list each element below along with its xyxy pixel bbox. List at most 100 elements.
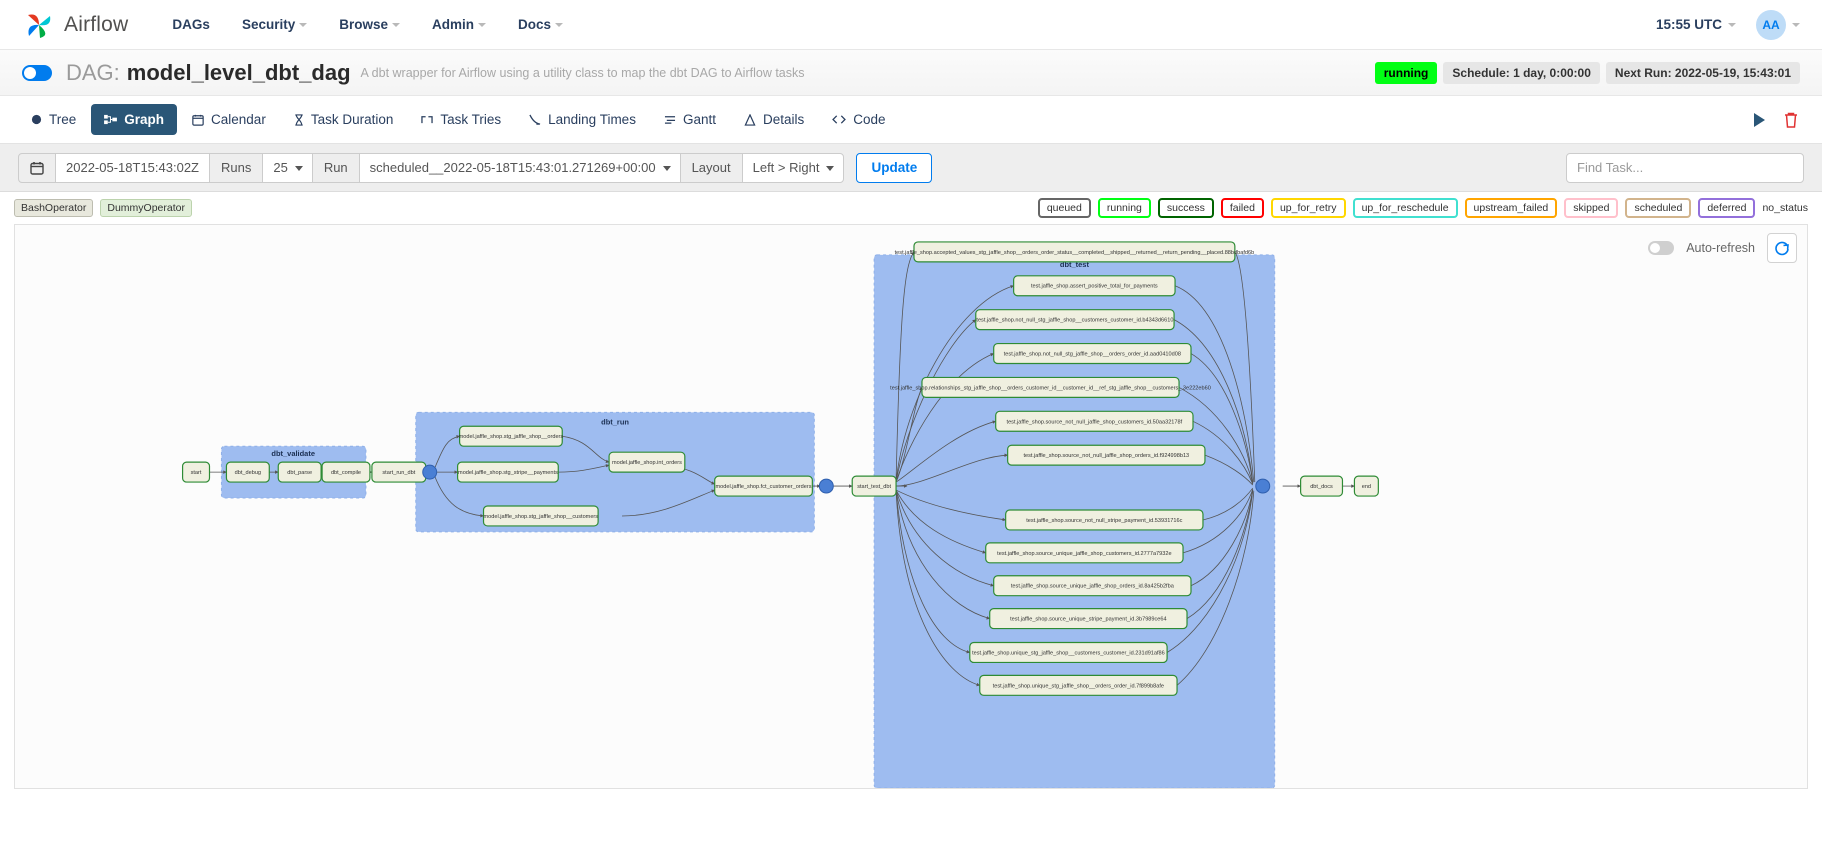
- tab-task-duration[interactable]: Task Duration: [281, 104, 407, 135]
- page-title: model_level_dbt_dag: [126, 59, 351, 85]
- nav-link-dags[interactable]: DAGs: [156, 9, 226, 40]
- dag-description: A dbt wrapper for Airflow using a utilit…: [360, 65, 805, 80]
- graph-node-start[interactable]: start: [181, 461, 211, 483]
- trigger-dag-play-icon[interactable]: [1750, 111, 1768, 129]
- chevron-down-icon: [555, 22, 564, 27]
- graph-node-test[interactable]: test.jaffle_shop.source_not_null_stripe_…: [1005, 509, 1204, 531]
- graph-node-start-test-dbt[interactable]: start_test_dbt: [851, 475, 897, 497]
- tab-task-tries[interactable]: Task Tries: [408, 104, 514, 135]
- graph-node-end[interactable]: end: [1353, 475, 1379, 497]
- graph-node-start-run-dbt[interactable]: start_run_dbt: [371, 461, 427, 483]
- graph-node-test[interactable]: test.jaffle_shop.unique_stg_jaffle_shop_…: [969, 641, 1168, 664]
- graph-node-stg-jaffle-shop-customers[interactable]: model.jaffle_shop.stg_jaffle_shop__custo…: [482, 505, 599, 527]
- nav-link-browse[interactable]: Browse: [323, 9, 416, 40]
- graph-node-fct-customer-orders-label: model.jaffle_shop.fct_customer_orders: [716, 484, 812, 490]
- search-input[interactable]: Find Task...: [1566, 152, 1804, 183]
- graph-node-test[interactable]: test.jaffle_shop.source_unique_jaffle_sh…: [985, 542, 1184, 564]
- num-runs-select[interactable]: 25: [262, 152, 313, 183]
- nav-link-admin[interactable]: Admin: [416, 9, 502, 40]
- dag-title-prefix: DAG:: [66, 59, 120, 85]
- graph-node-stg-jaffle-shop-orders[interactable]: model.jaffle_shop.stg_jaffle_shop__order…: [459, 425, 564, 447]
- dag-header-status-group: running Schedule: 1 day, 0:00:00 Next Ru…: [1374, 61, 1800, 84]
- brand-home-link[interactable]: Airflow: [22, 8, 128, 42]
- auto-refresh-label: Auto-refresh: [1686, 241, 1755, 255]
- graph-node-test[interactable]: test.jaffle_shop.unique_stg_jaffle_shop_…: [979, 674, 1178, 696]
- tab-landing-times[interactable]: Landing Times: [516, 104, 649, 135]
- brand-name: Airflow: [64, 12, 129, 36]
- status-legend-skipped[interactable]: skipped: [1564, 198, 1619, 218]
- graph-node-test[interactable]: test.jaffle_shop.not_null_stg_jaffle_sho…: [993, 342, 1192, 365]
- status-legend-upstream-failed[interactable]: upstream_failed: [1464, 198, 1558, 218]
- operator-badge-bashoperator[interactable]: BashOperator: [14, 199, 94, 217]
- tab-code[interactable]: Code: [819, 104, 898, 135]
- graph-node-fct-customer-orders[interactable]: model.jaffle_shop.fct_customer_orders: [714, 475, 813, 497]
- graph-node-test[interactable]: test.jaffle_shop.accepted_values_stg_jaf…: [895, 241, 1255, 263]
- graph-node-start-label: start: [191, 470, 202, 476]
- graph-node-dbt-docs[interactable]: dbt_docs: [1300, 475, 1344, 497]
- graph-node-test-label: test.jaffle_shop.assert_positive_total_f…: [1031, 284, 1158, 290]
- chevron-down-icon: [1728, 22, 1736, 27]
- avatar: AA: [1756, 9, 1786, 40]
- graph-join-dot-run[interactable]: [422, 464, 438, 480]
- tab-calendar[interactable]: Calendar: [179, 104, 279, 135]
- dag-pause-toggle[interactable]: [22, 64, 52, 81]
- graph-node-test[interactable]: test.jaffle_shop.relationships_stg_jaffl…: [890, 376, 1211, 398]
- status-legend-no-status[interactable]: no_status: [1762, 200, 1808, 216]
- calendar-icon[interactable]: [18, 152, 56, 183]
- update-button[interactable]: Update: [856, 152, 933, 183]
- graph-node-dbt-compile[interactable]: dbt_compile: [321, 461, 371, 483]
- graph-node-dbt-parse[interactable]: dbt_parse: [277, 461, 322, 483]
- graph-node-test[interactable]: test.jaffle_shop.source_unique_stripe_pa…: [989, 608, 1188, 630]
- user-menu[interactable]: AA: [1756, 9, 1800, 40]
- status-legend-queued[interactable]: queued: [1037, 198, 1091, 218]
- dag-graph-panel[interactable]: Auto-refresh dbt_validate dbt_run dbt_te…: [14, 224, 1808, 789]
- tab-tree[interactable]: Tree: [18, 104, 89, 135]
- status-legend-scheduled[interactable]: scheduled: [1625, 198, 1692, 218]
- graph-node-stg-jaffle-shop-customers-label: model.jaffle_shop.stg_jaffle_shop__custo…: [484, 514, 599, 520]
- tab-details[interactable]: Details: [731, 104, 817, 135]
- graph-join-dot-test-in[interactable]: [818, 478, 834, 494]
- dag-header: DAG: model_level_dbt_dag A dbt wrapper f…: [0, 50, 1822, 96]
- nav-link-dags-label: DAGs: [172, 17, 210, 32]
- utc-clock[interactable]: 15:55 UTC: [1656, 17, 1736, 32]
- graph-node-int-orders-label: model.jaffle_shop.int_orders: [612, 460, 682, 466]
- dag-run-select[interactable]: scheduled__2022-05-18T15:43:01.271269+00…: [358, 152, 681, 183]
- graph-node-dbt-parse-label: dbt_parse: [287, 470, 312, 476]
- graph-node-test-label: test.jaffle_shop.accepted_values_stg_jaf…: [895, 250, 1255, 256]
- nav-link-admin-label: Admin: [432, 17, 474, 32]
- graph-node-test[interactable]: test.jaffle_shop.not_null_stg_jaffle_sho…: [975, 309, 1175, 331]
- status-legend-failed[interactable]: failed: [1220, 198, 1264, 218]
- status-legend-running[interactable]: running: [1097, 198, 1151, 218]
- graph-node-test[interactable]: test.jaffle_shop.source_not_null_jaffle_…: [995, 410, 1194, 432]
- status-legend-up-for-reschedule[interactable]: up_for_reschedule: [1352, 198, 1458, 218]
- nav-link-security[interactable]: Security: [226, 9, 323, 40]
- tab-gantt[interactable]: Gantt: [651, 104, 729, 135]
- tab-graph-label: Graph: [124, 112, 165, 127]
- code-icon: [832, 114, 847, 125]
- graph-node-int-orders[interactable]: model.jaffle_shop.int_orders: [608, 451, 686, 473]
- base-date-input[interactable]: 2022-05-18T15:43:02Z: [55, 152, 210, 183]
- operator-badge-dummyoperator[interactable]: DummyOperator: [100, 199, 192, 217]
- next-run-badge: Next Run: 2022-05-19, 15:43:01: [1605, 61, 1800, 84]
- tab-graph[interactable]: Graph: [91, 104, 178, 135]
- status-legend-success[interactable]: success: [1157, 198, 1214, 218]
- graph-node-stg-stripe-payments[interactable]: model.jaffle_shop.stg_stripe__payments: [457, 461, 559, 483]
- cluster-dbt-validate-label: dbt_validate: [271, 449, 315, 458]
- graph-node-test[interactable]: test.jaffle_shop.source_unique_jaffle_sh…: [993, 575, 1192, 597]
- status-legend-deferred[interactable]: deferred: [1698, 198, 1756, 218]
- navbar-right: 15:55 UTC AA: [1656, 9, 1800, 40]
- graph-node-test[interactable]: test.jaffle_shop.source_not_null_jaffle_…: [1007, 444, 1206, 466]
- graph-node-dbt-debug[interactable]: dbt_debug: [225, 461, 270, 483]
- graph-node-test[interactable]: test.jaffle_shop.assert_positive_total_f…: [1013, 275, 1176, 297]
- delete-dag-trash-icon[interactable]: [1782, 111, 1800, 129]
- status-legend-up-for-retry[interactable]: up_for_retry: [1270, 198, 1346, 218]
- refresh-icon[interactable]: [1767, 233, 1797, 263]
- gantt-icon: [664, 114, 676, 125]
- layout-select[interactable]: Left > Right: [741, 152, 845, 183]
- nav-link-docs[interactable]: Docs: [502, 9, 579, 40]
- graph-node-test-label: test.jaffle_shop.source_unique_stripe_pa…: [1010, 617, 1167, 623]
- schedule-badge[interactable]: Schedule: 1 day, 0:00:00: [1443, 61, 1600, 84]
- graph-join-dot-docs[interactable]: [1255, 478, 1271, 494]
- auto-refresh-toggle[interactable]: [1648, 241, 1675, 255]
- dag-graph-canvas[interactable]: dbt_validate dbt_run dbt_test start dbt_…: [15, 225, 1807, 788]
